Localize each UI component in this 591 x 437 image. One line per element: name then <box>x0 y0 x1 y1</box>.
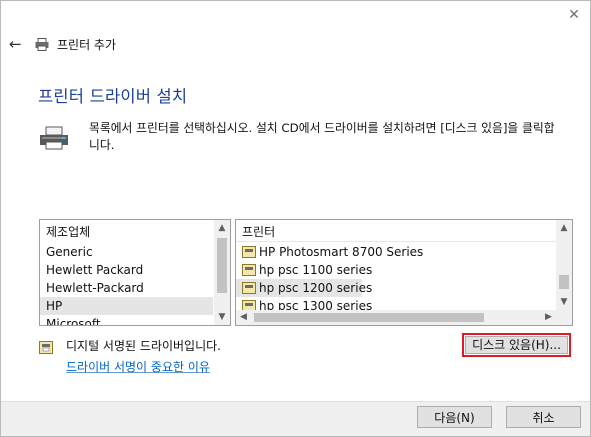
scroll-left-icon[interactable]: ◀ <box>236 310 251 325</box>
list-item-selected[interactable]: hp psc 1200 series <box>236 279 372 297</box>
printer-icon <box>35 37 49 51</box>
scroll-up-icon[interactable]: ▲ <box>556 220 572 236</box>
signed-driver-icon <box>242 281 256 294</box>
printer-vertical-scrollbar[interactable]: ▲ ▼ <box>556 220 572 310</box>
scroll-thumb[interactable] <box>559 275 569 289</box>
scroll-thumb[interactable] <box>254 313 484 322</box>
add-printer-dialog: ✕ ← 프린터 추가 프린터 드라이버 설치 목록에서 프린터를 선택하십시오.… <box>0 0 591 437</box>
list-item[interactable]: HP Photosmart 8700 Series <box>242 243 423 261</box>
list-item[interactable]: hp psc 1100 series <box>242 261 372 279</box>
back-arrow-icon[interactable]: ← <box>9 37 23 52</box>
scroll-down-icon[interactable]: ▼ <box>556 294 572 310</box>
cancel-button[interactable]: 취소 <box>506 406 581 428</box>
dialog-footer <box>1 401 590 436</box>
manufacturer-list-header: 제조업체 <box>46 225 91 239</box>
list-item[interactable]: Generic <box>46 243 93 261</box>
title-bar: ← 프린터 추가 <box>9 33 116 55</box>
list-item[interactable]: Microsoft <box>46 315 101 325</box>
window-title: 프린터 추가 <box>57 37 117 52</box>
page-title: 프린터 드라이버 설치 <box>38 87 188 106</box>
scroll-thumb[interactable] <box>217 238 227 293</box>
list-item[interactable]: Hewlett-Packard <box>46 279 144 297</box>
printer-horizontal-scrollbar[interactable]: ◀ ▶ <box>236 310 556 325</box>
next-button[interactable]: 다음(N) <box>417 406 492 428</box>
manufacturer-list[interactable]: 제조업체 Generic Hewlett Packard Hewlett-Pac… <box>39 219 231 326</box>
manufacturer-scrollbar[interactable]: ▲ ▼ <box>214 220 230 325</box>
scroll-down-icon[interactable]: ▼ <box>214 309 230 325</box>
printer-install-icon <box>40 126 68 150</box>
instruction-text: 목록에서 프린터를 선택하십시오. 설치 CD에서 드라이버를 설치하려면 [디… <box>89 121 555 152</box>
scroll-up-icon[interactable]: ▲ <box>214 220 230 236</box>
printer-list-header: 프린터 <box>242 225 276 239</box>
close-icon[interactable]: ✕ <box>566 7 582 23</box>
signed-driver-icon <box>242 263 256 276</box>
signed-driver-icon <box>242 245 256 258</box>
signed-driver-icon <box>39 341 53 354</box>
have-disk-button[interactable]: 디스크 있음(H)... <box>465 336 568 354</box>
list-item[interactable]: Hewlett Packard <box>46 261 143 279</box>
signature-status-text: 디지털 서명된 드라이버입니다. <box>66 339 221 353</box>
printer-list[interactable]: 프린터 HP Photosmart 8700 Series hp psc 110… <box>235 219 573 326</box>
scroll-right-icon[interactable]: ▶ <box>541 310 556 325</box>
driver-signing-info-link[interactable]: 드라이버 서명이 중요한 이유 <box>66 358 210 375</box>
list-item-selected[interactable]: HP <box>40 297 213 315</box>
